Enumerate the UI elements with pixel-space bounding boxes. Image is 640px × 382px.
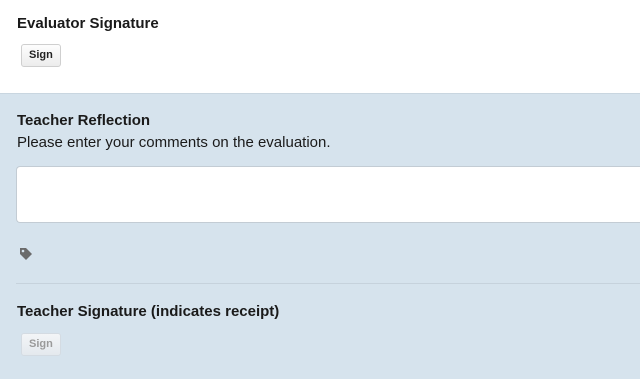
- evaluator-signature-title: Evaluator Signature: [17, 15, 159, 32]
- reflection-comment-field[interactable]: [16, 166, 640, 223]
- teacher-reflection-title: Teacher Reflection: [17, 112, 151, 129]
- reflection-instructions: Please enter your comments on the evalua…: [17, 134, 331, 151]
- evaluator-signature-section: Evaluator Signature Sign: [0, 0, 640, 93]
- teacher-reflection-section: Teacher Reflection Please enter your com…: [0, 93, 640, 380]
- section-divider: [16, 283, 640, 284]
- evaluation-signature-page: Evaluator Signature Sign Teacher Reflect…: [0, 0, 640, 382]
- evaluator-sign-button[interactable]: Sign: [21, 44, 61, 67]
- teacher-signature-title: Teacher Signature (indicates receipt): [17, 303, 280, 320]
- tag-icon[interactable]: [19, 247, 33, 261]
- teacher-sign-button[interactable]: Sign: [21, 333, 61, 356]
